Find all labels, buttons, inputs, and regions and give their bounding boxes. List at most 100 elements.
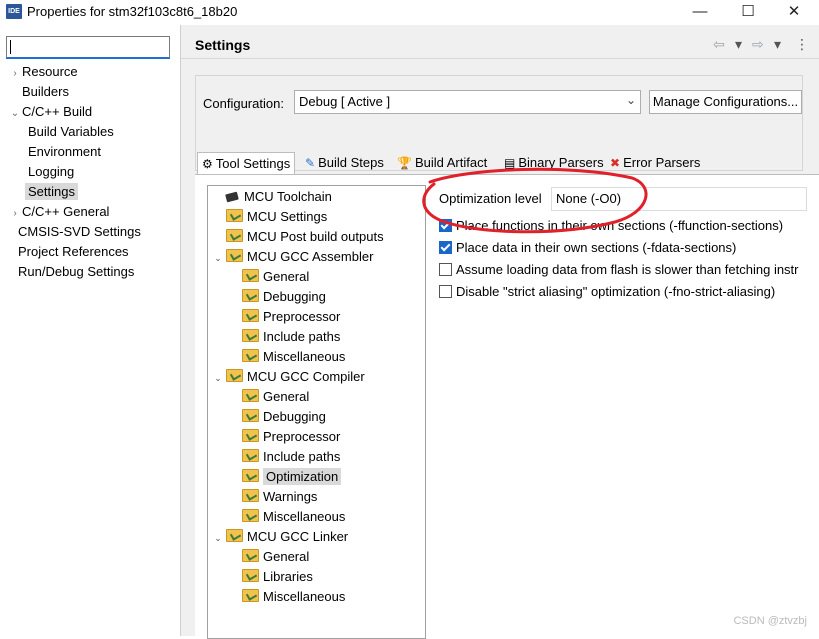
minimize-button[interactable]: — bbox=[677, 0, 723, 25]
back-dropdown-icon[interactable]: ▾ bbox=[735, 36, 742, 53]
tree-item-label: Debugging bbox=[263, 409, 326, 424]
tree-item-asm-debugging[interactable]: Debugging bbox=[208, 287, 425, 307]
sidebar-item-cmsis-svd[interactable]: CMSIS-SVD Settings bbox=[8, 222, 178, 242]
chevron-right-icon[interactable]: › bbox=[8, 64, 22, 84]
tab-label: Tool Settings bbox=[215, 156, 291, 171]
view-menu-icon[interactable]: ⋮ bbox=[795, 36, 809, 53]
tree-item-cc-miscellaneous[interactable]: Miscellaneous bbox=[208, 507, 425, 527]
tree-item-cc-preprocessor[interactable]: Preprocessor bbox=[208, 427, 425, 447]
tree-item-label: Preprocessor bbox=[263, 429, 341, 444]
sidebar-item-settings[interactable]: Settings bbox=[8, 182, 178, 202]
sidebar-item-build-variables[interactable]: Build Variables bbox=[8, 122, 178, 142]
tree-item-gcc-assembler[interactable]: ⌄ MCU GCC Assembler bbox=[208, 247, 425, 267]
red-annotation-circle bbox=[422, 167, 648, 234]
settings-folder-icon bbox=[242, 589, 259, 602]
tab-tool-settings[interactable]: ⚙ Tool Settings bbox=[197, 152, 296, 176]
tree-item-asm-preprocessor[interactable]: Preprocessor bbox=[208, 307, 425, 327]
back-arrow-icon[interactable]: ⇦ bbox=[713, 36, 725, 53]
sidebar-item-label: Builders bbox=[22, 84, 69, 99]
app-icon: IDE bbox=[6, 4, 22, 19]
tree-item-cc-debugging[interactable]: Debugging bbox=[208, 407, 425, 427]
checkbox-flash-slower[interactable]: Assume loading data from flash is slower… bbox=[439, 262, 807, 280]
settings-folder-icon bbox=[242, 469, 259, 482]
sidebar-item-cpp-build[interactable]: ⌄ C/C++ Build bbox=[8, 102, 178, 122]
tree-item-label: Optimization bbox=[263, 468, 342, 485]
configuration-select[interactable]: Debug [ Active ] ⌄ bbox=[294, 90, 641, 114]
chevron-down-icon[interactable]: ⌄ bbox=[212, 368, 224, 388]
window-title: Properties for stm32f103c8t6_18b20 bbox=[27, 4, 238, 19]
page-title: Settings bbox=[195, 37, 251, 53]
tool-tree: MCU Toolchain MCU Settings MCU Post buil… bbox=[207, 185, 426, 639]
tree-item-label: MCU GCC Linker bbox=[247, 529, 349, 544]
tree-item-gcc-compiler[interactable]: ⌄ MCU GCC Compiler bbox=[208, 367, 425, 387]
sidebar-item-label: Logging bbox=[28, 164, 75, 179]
settings-folder-icon bbox=[226, 229, 243, 242]
settings-folder-icon bbox=[242, 309, 259, 322]
tree-item-label: Miscellaneous bbox=[263, 589, 346, 604]
maximize-button[interactable]: ☐ bbox=[725, 0, 771, 25]
tree-item-mcu-toolchain[interactable]: MCU Toolchain bbox=[208, 187, 425, 207]
tree-item-cc-warnings[interactable]: Warnings bbox=[208, 487, 425, 507]
filter-input[interactable] bbox=[6, 36, 170, 59]
checkbox-checked[interactable] bbox=[439, 241, 452, 254]
tree-item-label: Warnings bbox=[263, 489, 318, 504]
sidebar-item-cpp-general[interactable]: › C/C++ General bbox=[8, 202, 178, 222]
sidebar-item-run-debug[interactable]: Run/Debug Settings bbox=[8, 262, 178, 282]
checkbox-unchecked[interactable] bbox=[439, 285, 452, 298]
checkbox-unchecked[interactable] bbox=[439, 263, 452, 276]
tab-build-steps[interactable]: ✎ Build Steps bbox=[301, 152, 388, 174]
tree-item-asm-general[interactable]: General bbox=[208, 267, 425, 287]
forward-dropdown-icon[interactable]: ▾ bbox=[774, 36, 781, 53]
settings-folder-icon bbox=[242, 269, 259, 282]
settings-folder-icon bbox=[242, 329, 259, 342]
forward-arrow-icon[interactable]: ⇨ bbox=[752, 36, 764, 53]
tree-item-label: Miscellaneous bbox=[263, 509, 346, 524]
tree-item-ld-libraries[interactable]: Libraries bbox=[208, 567, 425, 587]
tree-item-label: Include paths bbox=[263, 449, 341, 464]
title-bar: IDE Properties for stm32f103c8t6_18b20 —… bbox=[0, 0, 819, 25]
sidebar-item-label: Environment bbox=[28, 144, 101, 159]
tree-item-cc-general[interactable]: General bbox=[208, 387, 425, 407]
tree-item-label: Libraries bbox=[263, 569, 313, 584]
tree-item-ld-general[interactable]: General bbox=[208, 547, 425, 567]
chevron-down-icon[interactable]: ⌄ bbox=[212, 248, 224, 268]
chevron-right-icon[interactable]: › bbox=[8, 204, 22, 224]
sidebar-item-label: Run/Debug Settings bbox=[18, 264, 135, 279]
tree-item-label: MCU GCC Assembler bbox=[247, 249, 374, 264]
settings-panel: Settings ⇦ ▾ ⇨ ▾ ⋮ Configuration: Debug … bbox=[181, 25, 819, 639]
chevron-down-icon[interactable]: ⌄ bbox=[8, 104, 22, 124]
checkbox-label: Assume loading data from flash is slower… bbox=[456, 262, 799, 277]
settings-folder-icon bbox=[242, 549, 259, 562]
sidebar-item-project-references[interactable]: Project References bbox=[8, 242, 178, 262]
tree-item-label: Include paths bbox=[263, 329, 341, 344]
settings-folder-icon bbox=[242, 509, 259, 522]
tree-item-label: MCU Post build outputs bbox=[247, 229, 384, 244]
sidebar-item-logging[interactable]: Logging bbox=[8, 162, 178, 182]
tool-icon bbox=[226, 249, 243, 262]
tree-item-gcc-linker[interactable]: ⌄ MCU GCC Linker bbox=[208, 527, 425, 547]
settings-folder-icon bbox=[242, 489, 259, 502]
close-button[interactable]: ✕ bbox=[771, 0, 817, 25]
sidebar-item-resource[interactable]: › Resource bbox=[8, 62, 178, 82]
tree-item-label: Preprocessor bbox=[263, 309, 341, 324]
chevron-down-icon[interactable]: ⌄ bbox=[626, 93, 636, 107]
sidebar-item-label: C/C++ General bbox=[22, 204, 110, 219]
tool-settings-content: MCU Toolchain MCU Settings MCU Post buil… bbox=[195, 174, 819, 639]
sidebar-item-environment[interactable]: Environment bbox=[8, 142, 178, 162]
tree-item-asm-miscellaneous[interactable]: Miscellaneous bbox=[208, 347, 425, 367]
sidebar-item-label: Build Variables bbox=[28, 124, 114, 139]
sidebar-item-label: Resource bbox=[22, 64, 78, 79]
tree-item-cc-optimization[interactable]: Optimization bbox=[208, 467, 425, 487]
tree-item-mcu-post-build[interactable]: MCU Post build outputs bbox=[208, 227, 425, 247]
manage-configurations-button[interactable]: Manage Configurations... bbox=[649, 90, 802, 114]
checkbox-data-sections[interactable]: Place data in their own sections (-fdata… bbox=[439, 240, 807, 258]
tree-item-mcu-settings[interactable]: MCU Settings bbox=[208, 207, 425, 227]
divider bbox=[181, 58, 819, 59]
tree-item-asm-include-paths[interactable]: Include paths bbox=[208, 327, 425, 347]
tree-item-ld-miscellaneous[interactable]: Miscellaneous bbox=[208, 587, 425, 607]
tree-item-cc-include-paths[interactable]: Include paths bbox=[208, 447, 425, 467]
tool-icon bbox=[226, 529, 243, 542]
chevron-down-icon[interactable]: ⌄ bbox=[212, 528, 224, 548]
checkbox-strict-aliasing[interactable]: Disable "strict aliasing" optimization (… bbox=[439, 284, 807, 302]
sidebar-item-builders[interactable]: Builders bbox=[8, 82, 178, 102]
